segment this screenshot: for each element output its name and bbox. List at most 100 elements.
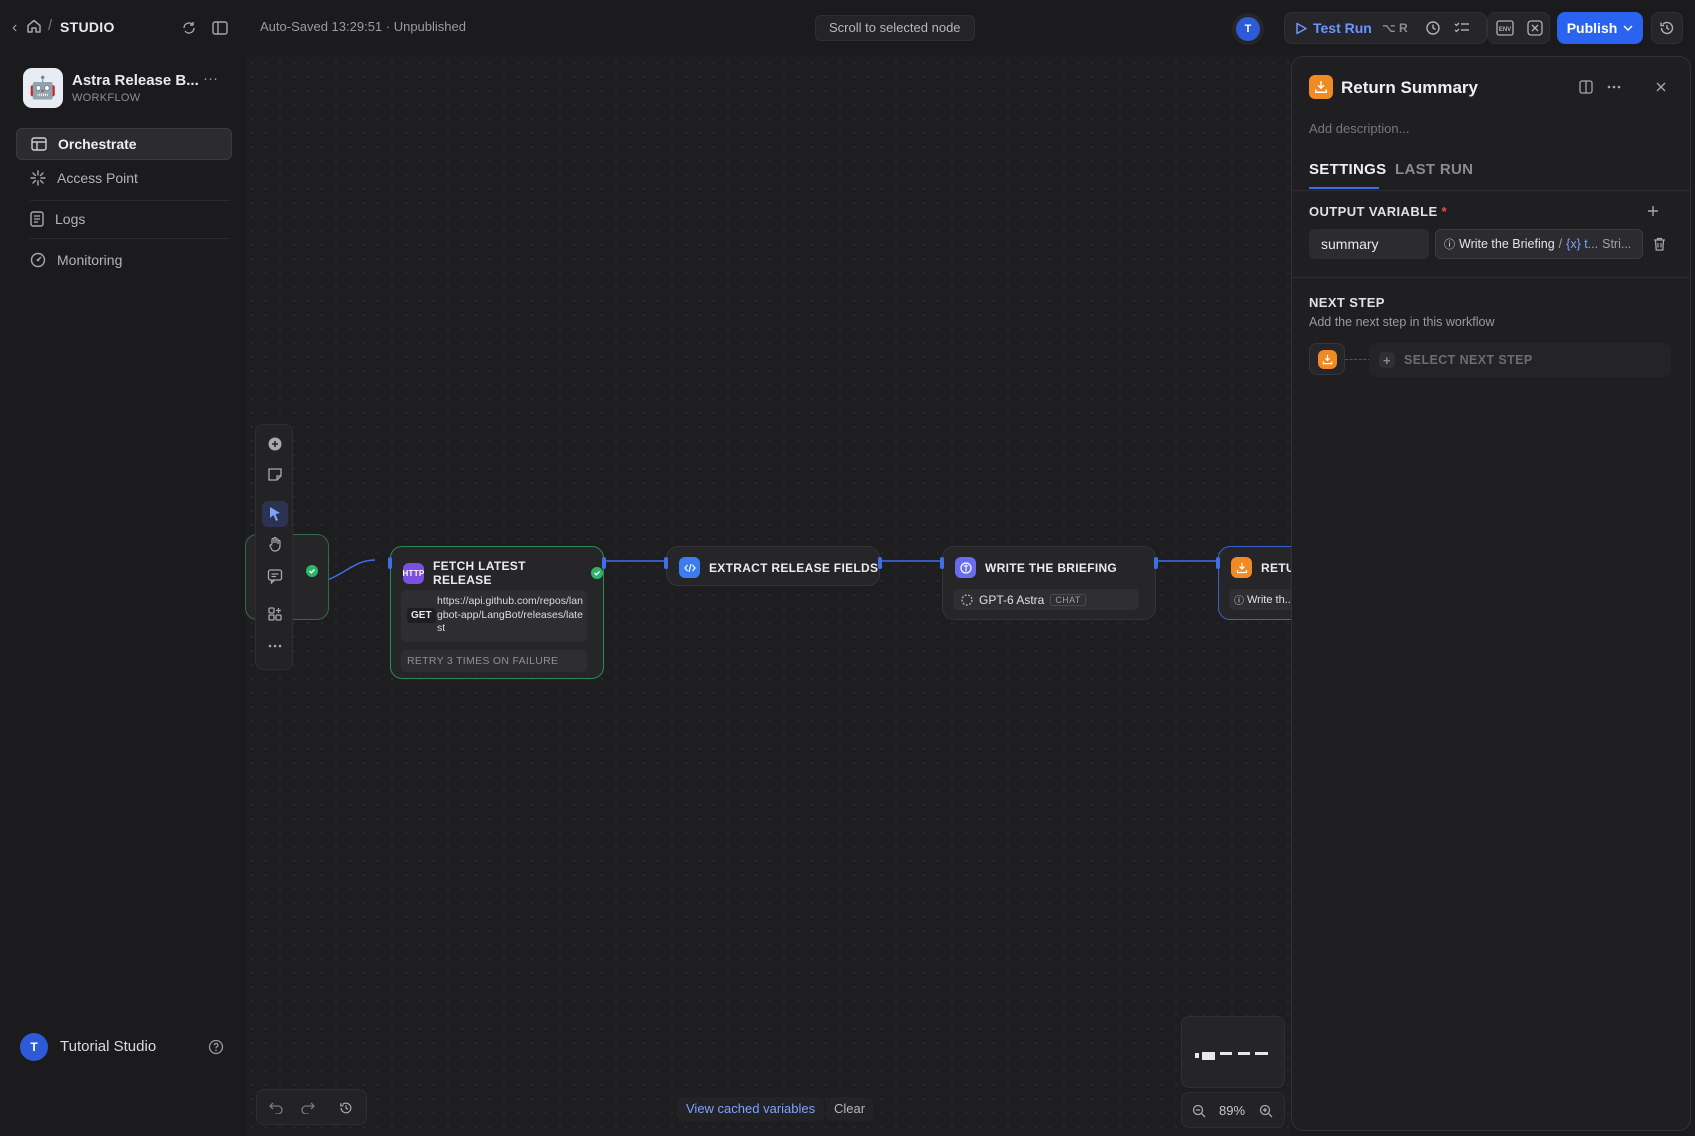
view-cached-variables-button[interactable]: View cached variables [677,1097,825,1121]
sidebar-item-label: Monitoring [57,252,123,268]
node-title: WRITE THE BRIEFING [985,560,1118,575]
test-run-shortcut: ⌥ R [1381,21,1408,35]
sidebar-item-access-point[interactable]: Access Point [16,162,232,194]
active-tab-indicator [1309,187,1379,189]
output-port[interactable] [878,557,882,569]
sidebar-item-logs[interactable]: Logs [16,203,232,235]
http-method-badge: GET [407,608,436,623]
comment-icon[interactable] [262,563,288,589]
access-point-icon [30,170,46,186]
organize-blocks-icon[interactable] [262,601,288,627]
close-icon[interactable] [1650,76,1672,98]
input-port[interactable] [1216,557,1220,569]
workflow-canvas[interactable]: HTTP FETCH LATEST RELEASE GET https://ap… [245,56,1291,1136]
history-icon [1660,21,1674,35]
model-name: GPT-6 Astra [979,592,1045,607]
more-icon[interactable] [1603,76,1625,98]
test-run-button[interactable]: Test Run ⌥ R [1295,20,1408,36]
user-name: Tutorial Studio [60,1038,157,1055]
output-port[interactable] [1154,557,1158,569]
input-port[interactable] [940,557,944,569]
connector-line [1345,359,1371,360]
conversation-variables-icon[interactable] [1524,17,1546,39]
env-icon[interactable]: ENV [1494,17,1516,39]
next-step-subtitle: Add the next step in this workflow [1309,315,1495,329]
next-step-title: NEXT STEP [1309,295,1385,310]
sync-icon[interactable] [178,17,200,39]
split-view-icon[interactable] [1575,76,1597,98]
run-history-icon[interactable] [1422,17,1444,39]
help-icon[interactable] [208,1039,224,1055]
code-icon [679,557,700,578]
node-fetch-latest-release[interactable]: HTTP FETCH LATEST RELEASE GET https://ap… [388,546,606,679]
more-icon[interactable]: ··· [203,70,218,87]
sidebar: 🤖 Astra Release B... WORKFLOW ··· Orches… [0,56,245,1136]
return-icon [1317,349,1337,369]
add-variable-icon[interactable] [1642,200,1664,222]
breadcrumb-studio[interactable]: STUDIO [60,19,115,35]
publish-button[interactable]: Publish [1557,12,1643,44]
output-variable-heading: OUTPUT VARIABLE * [1309,204,1447,219]
llm-icon: ⓘ [1444,239,1455,251]
more-icon[interactable] [262,633,288,659]
history-icon[interactable] [335,1097,357,1119]
node-title: RETUR [1261,560,1291,575]
input-port[interactable] [664,557,668,569]
divider [30,200,230,201]
robot-icon: 🤖 [23,68,63,108]
scroll-to-selected-node-button[interactable]: Scroll to selected node [815,15,975,41]
version-history-button[interactable] [1651,12,1683,44]
current-node-badge [1309,343,1345,375]
model-selector[interactable]: GPT-6 Astra CHAT [953,589,1139,610]
home-icon[interactable] [26,18,44,36]
tab-last-run[interactable]: LAST RUN [1395,161,1473,178]
app-name: Astra Release B... [72,72,199,89]
sidebar-item-monitoring[interactable]: Monitoring [16,244,232,276]
description-field[interactable]: Add description... [1309,121,1409,136]
app-type: WORKFLOW [72,92,141,104]
undo-icon[interactable] [265,1097,287,1119]
sidebar-item-label: Access Point [57,170,138,186]
add-note-icon[interactable] [262,461,288,487]
zoom-in-icon[interactable] [1255,1100,1277,1122]
back-chevron-icon[interactable]: ‹ [12,18,24,38]
tab-settings[interactable]: SETTINGS [1309,161,1386,178]
checklist-icon[interactable] [1451,17,1473,39]
minimap[interactable] [1181,1016,1285,1088]
reference-type: Stri... [1602,237,1632,251]
user-account[interactable]: T Tutorial Studio [20,1033,230,1061]
node-return-summary[interactable]: RETUR ⓘ Write th... [1216,546,1291,620]
select-next-step-button[interactable]: + SELECT NEXT STEP [1369,343,1671,377]
panel-title[interactable]: Return Summary [1341,78,1478,98]
sidebar-toggle-icon[interactable] [209,17,231,39]
retry-info: RETRY 3 TIMES ON FAILURE [401,650,587,672]
success-check-icon [591,567,603,579]
node-extract-release-fields[interactable]: EXTRACT RELEASE FIELDS [664,546,882,586]
hand-icon[interactable] [262,531,288,557]
add-node-icon[interactable] [262,431,288,457]
pointer-icon[interactable] [262,501,288,527]
monitoring-icon [30,252,46,268]
return-icon [1309,75,1333,99]
zoom-level[interactable]: 89% [1219,1103,1245,1118]
sidebar-item-label: Logs [55,211,86,227]
reference-name: Write th... [1247,593,1291,606]
variable-reference-selector[interactable]: ⓘ Write the Briefing / {x} t... Stri... [1435,229,1643,259]
undo-redo-toolbar [256,1089,367,1125]
svg-text:ENV: ENV [1499,27,1511,33]
app-card[interactable]: 🤖 Astra Release B... WORKFLOW ··· [23,68,223,112]
trash-icon[interactable] [1648,233,1670,255]
output-variable-title: OUTPUT VARIABLE [1309,204,1438,219]
collaborator-avatar[interactable]: T [1236,17,1260,41]
zoom-out-icon[interactable] [1188,1100,1210,1122]
divider [30,238,230,239]
node-header: RETUR [1231,557,1291,578]
input-port[interactable] [388,557,392,569]
node-write-the-briefing[interactable]: WRITE THE BRIEFING GPT-6 Astra CHAT [940,546,1158,620]
variable-name-input[interactable]: summary [1309,229,1429,259]
sidebar-item-orchestrate[interactable]: Orchestrate [16,128,232,160]
divider [1292,190,1690,191]
autosave-status: Auto-Saved 13:29:51 · Unpublished [260,19,466,34]
redo-icon[interactable] [297,1097,319,1119]
clear-cache-button[interactable]: Clear [826,1097,874,1121]
